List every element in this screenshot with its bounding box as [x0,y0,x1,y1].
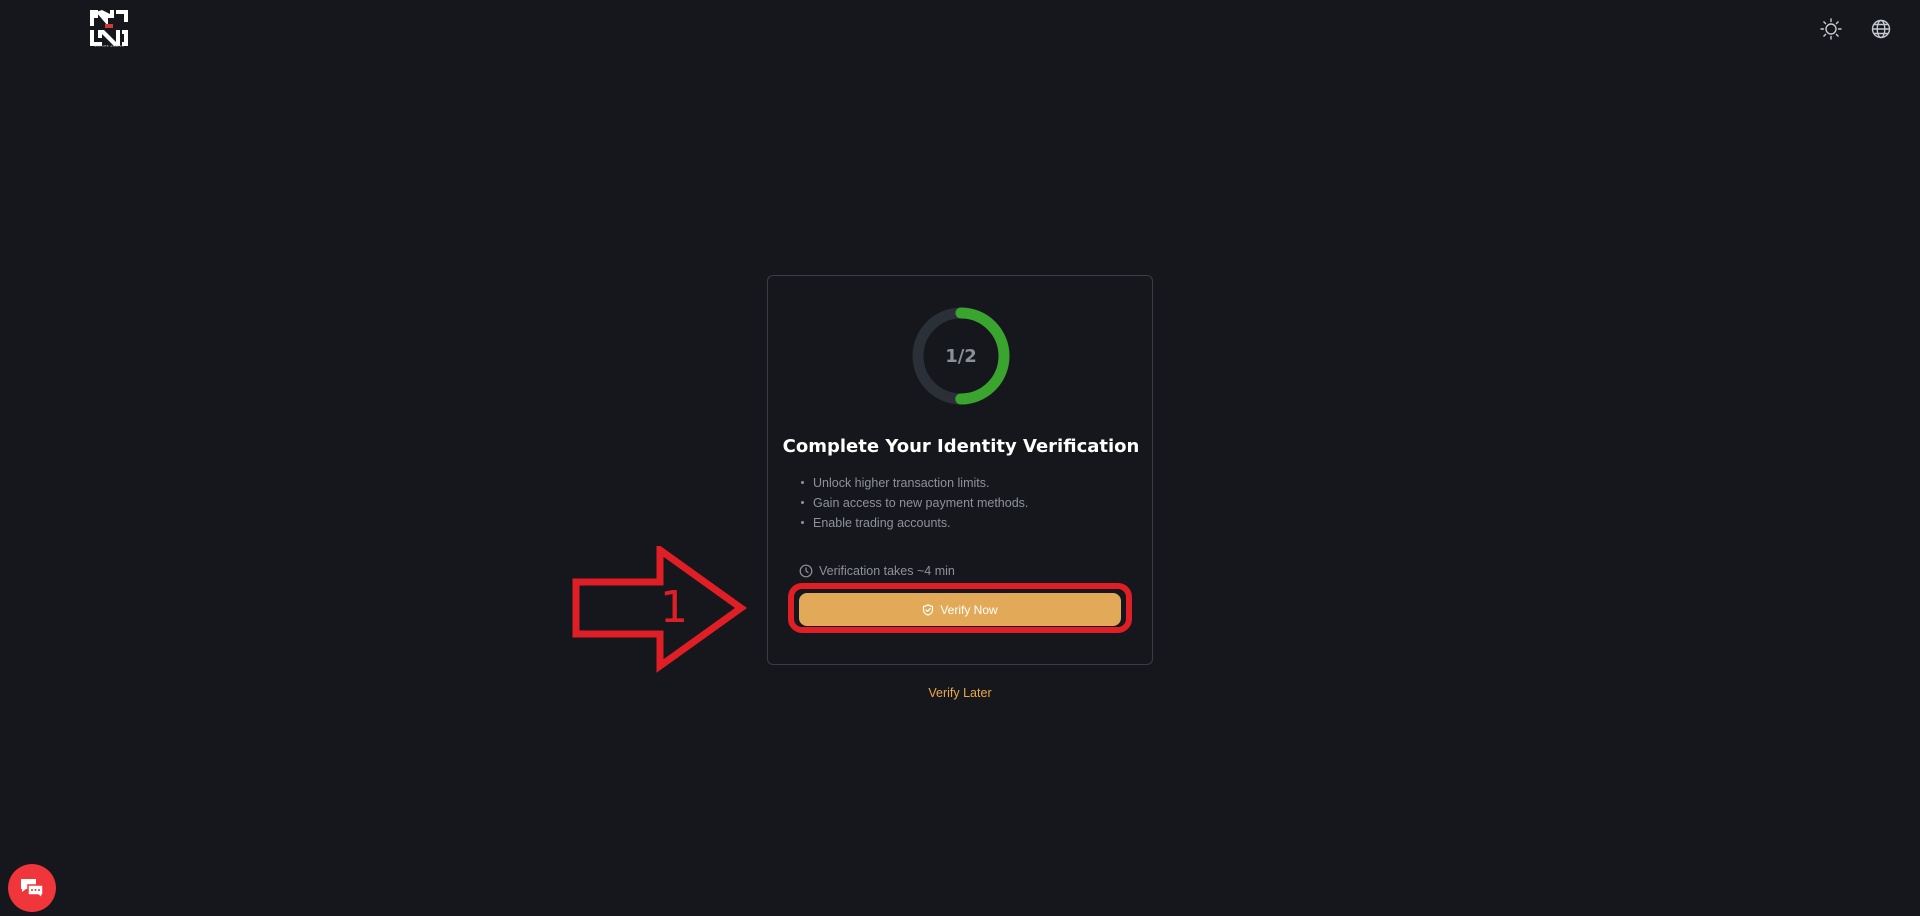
sun-icon[interactable] [1820,18,1842,40]
chat-button[interactable] [8,864,56,912]
benefit-text: Unlock higher transaction limits. [813,476,990,490]
verify-now-label: Verify Now [940,602,998,617]
clock-icon [799,564,813,578]
verify-now-button[interactable]: Verify Now [799,593,1121,626]
benefit-item: Unlock higher transaction limits. [801,473,1028,493]
globe-icon[interactable] [1870,18,1892,40]
shield-check-icon [922,603,934,616]
benefits-list: Unlock higher transaction limits. Gain a… [801,473,1028,533]
annotation-step-label: 1 [660,582,688,633]
duration-text: Verification takes ~4 min [819,564,955,578]
progress-text: 1/2 [945,345,977,367]
benefit-item: Gain access to new payment methods. [801,493,1028,513]
verify-later-link[interactable]: Verify Later [860,686,1060,700]
logo-mark-icon [90,10,128,46]
benefit-text: Gain access to new payment methods. [813,496,1029,510]
benefit-item: Enable trading accounts. [801,513,1028,533]
page: SECURE ASSETS 1/2 Complete Your Identity… [0,0,1920,916]
verification-card: 1/2 Complete Your Identity Verification … [767,275,1153,665]
logo-caption: SECURE ASSETS [94,44,124,48]
card-title: Complete Your Identity Verification [782,436,1140,457]
chat-bubble-icon [21,879,44,899]
verification-duration: Verification takes ~4 min [799,564,955,578]
benefit-text: Enable trading accounts. [813,516,951,530]
